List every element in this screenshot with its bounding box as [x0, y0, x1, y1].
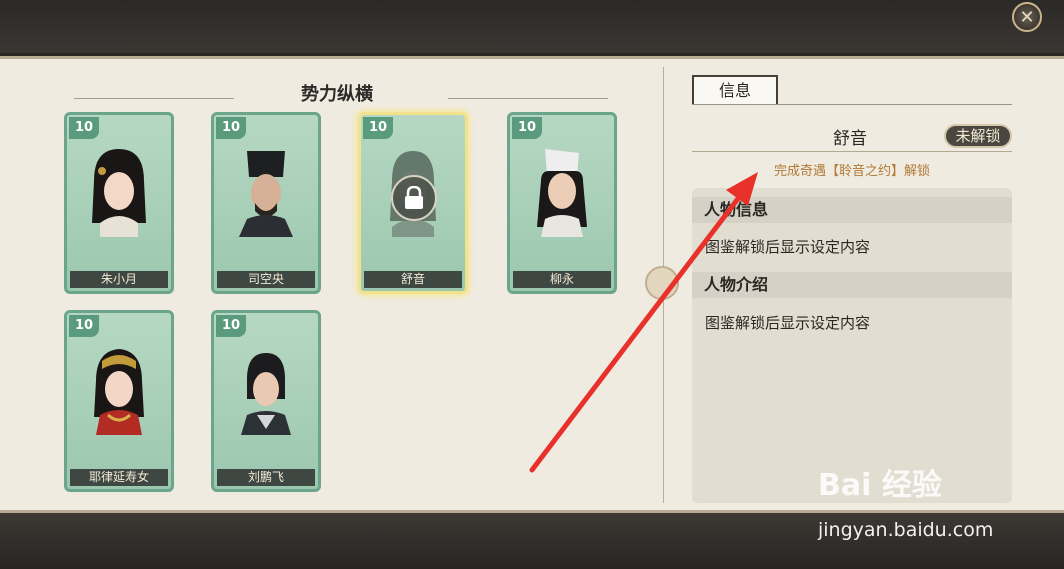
- watermark-logo: Bai 经验: [818, 468, 942, 503]
- watermark-url: jingyan.baidu.com: [818, 519, 994, 541]
